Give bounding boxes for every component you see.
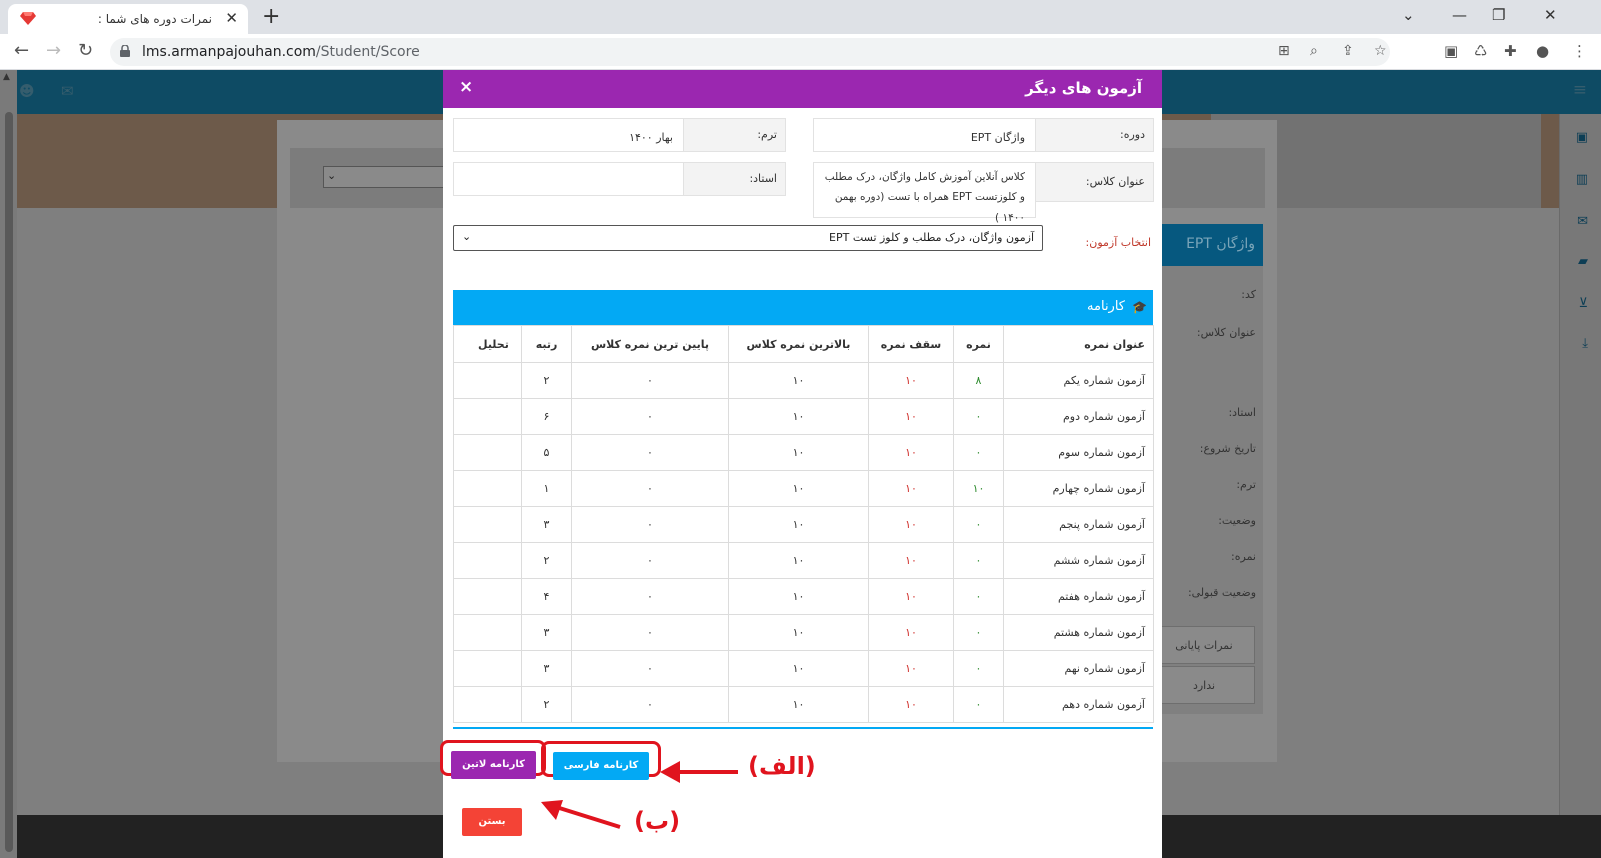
annotation-alef: (الف) <box>748 752 816 780</box>
arrow-to-latin-button <box>541 800 621 829</box>
annotation-be: (ب) <box>634 807 681 835</box>
annotation-arrows <box>541 761 738 829</box>
arrow-to-farsi-button <box>660 761 738 783</box>
